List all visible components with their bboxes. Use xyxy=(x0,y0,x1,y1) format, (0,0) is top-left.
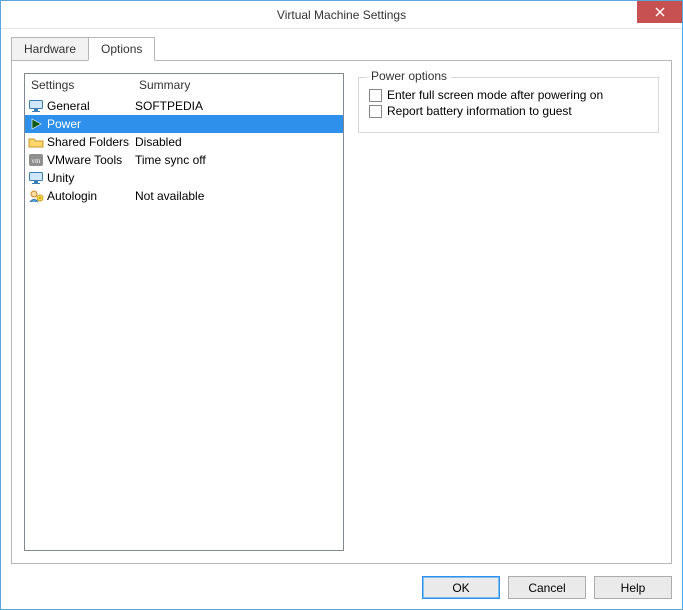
close-button[interactable] xyxy=(637,1,682,23)
header-settings: Settings xyxy=(31,78,139,92)
list-row[interactable]: GeneralSOFTPEDIA xyxy=(25,97,343,115)
button-label: OK xyxy=(452,581,469,595)
list-row[interactable]: Shared FoldersDisabled xyxy=(25,133,343,151)
settings-window: Virtual Machine Settings Hardware Option… xyxy=(0,0,683,610)
tabstrip: Hardware Options xyxy=(11,37,672,61)
content-area: Hardware Options Settings Summary Genera… xyxy=(1,29,682,568)
list-row[interactable]: vmVMware ToolsTime sync off xyxy=(25,151,343,169)
button-label: Cancel xyxy=(528,581,565,595)
power-options-group: Power options Enter full screen mode aft… xyxy=(358,77,659,133)
window-title: Virtual Machine Settings xyxy=(277,8,406,22)
settings-list: Settings Summary GeneralSOFTPEDIAPowerSh… xyxy=(24,73,344,551)
row-summary: SOFTPEDIA xyxy=(135,99,343,113)
row-name: Shared Folders xyxy=(45,135,135,149)
tab-panel: Settings Summary GeneralSOFTPEDIAPowerSh… xyxy=(11,60,672,564)
row-summary: Not available xyxy=(135,189,343,203)
tab-options[interactable]: Options xyxy=(88,37,155,61)
checkbox-label: Enter full screen mode after powering on xyxy=(387,88,603,102)
folder-icon xyxy=(27,135,45,149)
titlebar: Virtual Machine Settings xyxy=(1,1,682,29)
row-name: Autologin xyxy=(45,189,135,203)
row-summary: Time sync off xyxy=(135,153,343,167)
checkbox-box-icon xyxy=(369,89,382,102)
tab-label: Options xyxy=(101,42,142,56)
button-label: Help xyxy=(621,581,646,595)
ok-button[interactable]: OK xyxy=(422,576,500,599)
play-icon xyxy=(27,117,45,131)
right-panel: Power options Enter full screen mode aft… xyxy=(358,73,659,551)
tab-hardware[interactable]: Hardware xyxy=(11,37,89,61)
tab-label: Hardware xyxy=(24,42,76,56)
vmw-icon: vm xyxy=(27,153,45,167)
help-button[interactable]: Help xyxy=(594,576,672,599)
checkbox-label: Report battery information to guest xyxy=(387,104,572,118)
list-header: Settings Summary xyxy=(25,74,343,97)
group-title: Power options xyxy=(367,69,451,83)
checkbox-battery[interactable]: Report battery information to guest xyxy=(369,104,648,118)
checkbox-box-icon xyxy=(369,105,382,118)
autologin-icon xyxy=(27,189,45,203)
list-row[interactable]: Power xyxy=(25,115,343,133)
close-icon xyxy=(655,7,665,17)
row-name: VMware Tools xyxy=(45,153,135,167)
row-name: General xyxy=(45,99,135,113)
cancel-button[interactable]: Cancel xyxy=(508,576,586,599)
list-body: GeneralSOFTPEDIAPowerShared FoldersDisab… xyxy=(25,97,343,550)
header-summary: Summary xyxy=(139,78,337,92)
monitor-icon xyxy=(27,171,45,185)
button-row: OK Cancel Help xyxy=(1,568,682,609)
row-name: Power xyxy=(45,117,135,131)
row-name: Unity xyxy=(45,171,135,185)
list-row[interactable]: AutologinNot available xyxy=(25,187,343,205)
monitor-icon xyxy=(27,99,45,113)
row-summary: Disabled xyxy=(135,135,343,149)
checkbox-fullscreen[interactable]: Enter full screen mode after powering on xyxy=(369,88,648,102)
svg-text:vm: vm xyxy=(32,157,42,165)
list-row[interactable]: Unity xyxy=(25,169,343,187)
